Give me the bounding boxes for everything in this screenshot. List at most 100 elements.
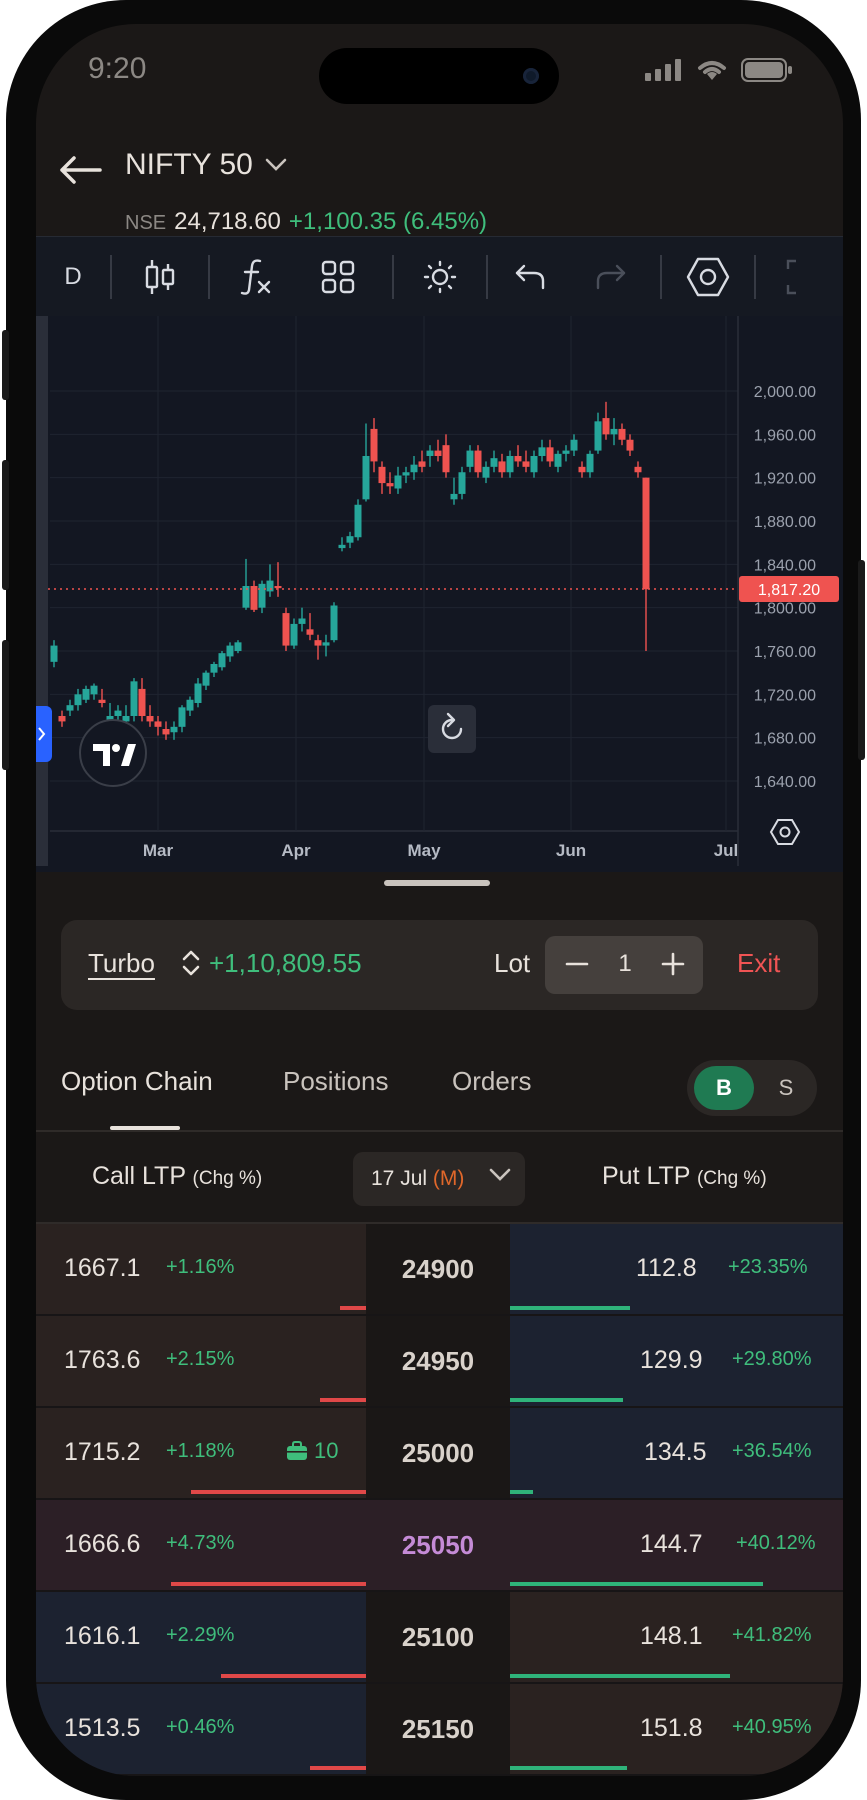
fullscreen-button[interactable] — [756, 237, 816, 317]
put-cell[interactable]: 148.1 +41.82% — [510, 1592, 843, 1682]
redo-button[interactable] — [572, 237, 650, 317]
table-row[interactable]: 1513.5 +0.46% 25150 151.8 +40.95% — [36, 1684, 843, 1776]
put-cell[interactable]: 129.9 +29.80% — [510, 1316, 843, 1406]
candle-body — [610, 428, 618, 435]
reset-chart-button[interactable] — [428, 705, 476, 753]
candle-body — [122, 716, 130, 722]
strike-price: 25000 — [366, 1408, 510, 1498]
candle-body — [458, 472, 466, 494]
call-ltp: 1763.6 — [64, 1346, 141, 1374]
index-change: +1,100.35 (6.45%) — [288, 208, 488, 235]
sell-toggle[interactable]: S — [761, 1066, 811, 1110]
hexagon-settings-icon — [686, 257, 730, 297]
interval-button[interactable]: D — [36, 237, 110, 317]
instrument-title: NIFTY 50 — [125, 148, 253, 181]
instrument-quote: NSE 24,718.60 +1,100.35 (6.45%) — [125, 208, 487, 236]
candle-body — [170, 726, 178, 733]
tab-option-chain[interactable]: Option Chain — [61, 1066, 213, 1097]
put-oi-bar — [510, 1490, 533, 1494]
candle-body — [210, 664, 218, 673]
candle-body — [490, 458, 498, 467]
indicators-button[interactable] — [210, 237, 302, 317]
expiry-selector[interactable]: 17 Jul (M) — [353, 1152, 525, 1206]
call-chg-subtitle: (Chg %) — [192, 1168, 263, 1189]
call-oi-bar — [171, 1582, 366, 1586]
call-oi-bar — [320, 1398, 366, 1402]
candle-body — [186, 699, 194, 711]
candle-body — [274, 586, 282, 589]
call-oi-bar — [221, 1674, 366, 1678]
axis-settings-button[interactable] — [769, 819, 801, 845]
candle-body — [226, 645, 234, 657]
drag-handle[interactable] — [384, 880, 490, 886]
layouts-button[interactable] — [302, 237, 374, 317]
strike-price: 24950 — [366, 1316, 510, 1406]
open-position-indicator[interactable]: 10 — [286, 1438, 338, 1464]
call-cell[interactable]: 1513.5 +0.46% — [36, 1684, 366, 1774]
call-change: +2.29% — [166, 1624, 235, 1646]
tab-positions[interactable]: Positions — [283, 1066, 389, 1097]
lot-value[interactable]: 1 — [613, 950, 637, 978]
call-cell[interactable]: 1763.6 +2.15% — [36, 1316, 366, 1406]
instrument-selector[interactable]: NIFTY 50 — [125, 148, 287, 182]
put-change: +36.54% — [732, 1440, 812, 1462]
wifi-icon — [698, 61, 726, 80]
put-cell[interactable]: 134.5 +36.54% — [510, 1408, 843, 1498]
candle-body — [82, 688, 90, 700]
instrument-header: NIFTY 50 NSE 24,718.60 +1,100.35 (6.45%) — [36, 134, 843, 246]
chart-settings-button[interactable] — [662, 237, 754, 317]
last-price-label: 1,817.20 — [758, 582, 820, 599]
chart-canvas[interactable]: 2,000.00 1,960.00 1,920.00 1,880.00 1,840.00… — [36, 316, 843, 866]
candle-body — [234, 642, 242, 651]
call-cell[interactable]: 1667.1 +1.16% — [36, 1224, 366, 1314]
time-tick-label: Apr — [281, 841, 311, 860]
put-oi-bar — [510, 1398, 623, 1402]
buy-toggle[interactable]: B — [694, 1066, 754, 1110]
call-change: +1.16% — [166, 1256, 235, 1278]
candle-body — [50, 645, 58, 662]
exit-button[interactable]: Exit — [737, 948, 780, 979]
buy-sell-toggle[interactable]: B S — [687, 1060, 817, 1116]
put-cell[interactable]: 151.8 +40.95% — [510, 1684, 843, 1774]
turbo-mode-selector[interactable]: Turbo — [88, 948, 155, 979]
chart-type-button[interactable] — [112, 237, 208, 317]
candle-body — [514, 456, 522, 462]
plus-icon[interactable] — [653, 944, 693, 984]
expiry-label: 17 Jul (M) — [371, 1167, 464, 1191]
theme-button[interactable] — [394, 237, 486, 317]
candle-body — [162, 729, 170, 735]
candle-body — [378, 466, 386, 484]
call-cell[interactable]: 1666.6 +4.73% — [36, 1500, 366, 1590]
expiry-date: 17 Jul — [371, 1167, 428, 1190]
status-time: 9:20 — [88, 52, 147, 85]
up-down-chevron-icon[interactable] — [181, 948, 201, 978]
candlestick-chart[interactable]: 2,000.00 1,960.00 1,920.00 1,880.00 1,840.00… — [36, 316, 843, 866]
tab-orders[interactable]: Orders — [452, 1066, 531, 1097]
call-cell[interactable]: 1715.2 +1.18% 10 — [36, 1408, 366, 1498]
table-row[interactable]: 1715.2 +1.18% 10 25000 134.5 +36.54% — [36, 1408, 843, 1500]
put-cell[interactable]: 144.7 +40.12% — [510, 1500, 843, 1590]
candles — [50, 401, 650, 740]
table-row[interactable]: 1616.1 +2.29% 25100 148.1 +41.82% — [36, 1592, 843, 1684]
candle-body — [178, 707, 186, 727]
redo-icon — [596, 264, 626, 290]
undo-button[interactable] — [488, 237, 572, 317]
candle-body — [498, 461, 506, 473]
put-oi-bar — [510, 1306, 630, 1310]
put-cell[interactable]: 112.8 +23.35% — [510, 1224, 843, 1314]
candle-body — [362, 456, 370, 500]
tradingview-logo — [79, 719, 147, 787]
call-cell[interactable]: 1616.1 +2.29% — [36, 1592, 366, 1682]
candle-body — [586, 453, 594, 473]
status-bar: 9:20 — [36, 24, 843, 134]
table-row-atm[interactable]: 1666.6 +4.73% 25050 144.7 +40.12% — [36, 1500, 843, 1592]
table-row[interactable]: 1667.1 +1.16% 24900 112.8 +23.35% — [36, 1224, 843, 1316]
call-oi-bar — [191, 1490, 366, 1494]
candle-body — [410, 464, 418, 473]
bottom-tabs: Option Chain Positions Orders B S — [36, 1034, 843, 1132]
candle-body — [314, 640, 322, 646]
table-row[interactable]: 1763.6 +2.15% 24950 129.9 +29.80% — [36, 1316, 843, 1408]
minus-icon[interactable] — [557, 944, 597, 984]
candles-icon — [145, 260, 175, 294]
back-arrow-icon[interactable] — [56, 152, 104, 188]
